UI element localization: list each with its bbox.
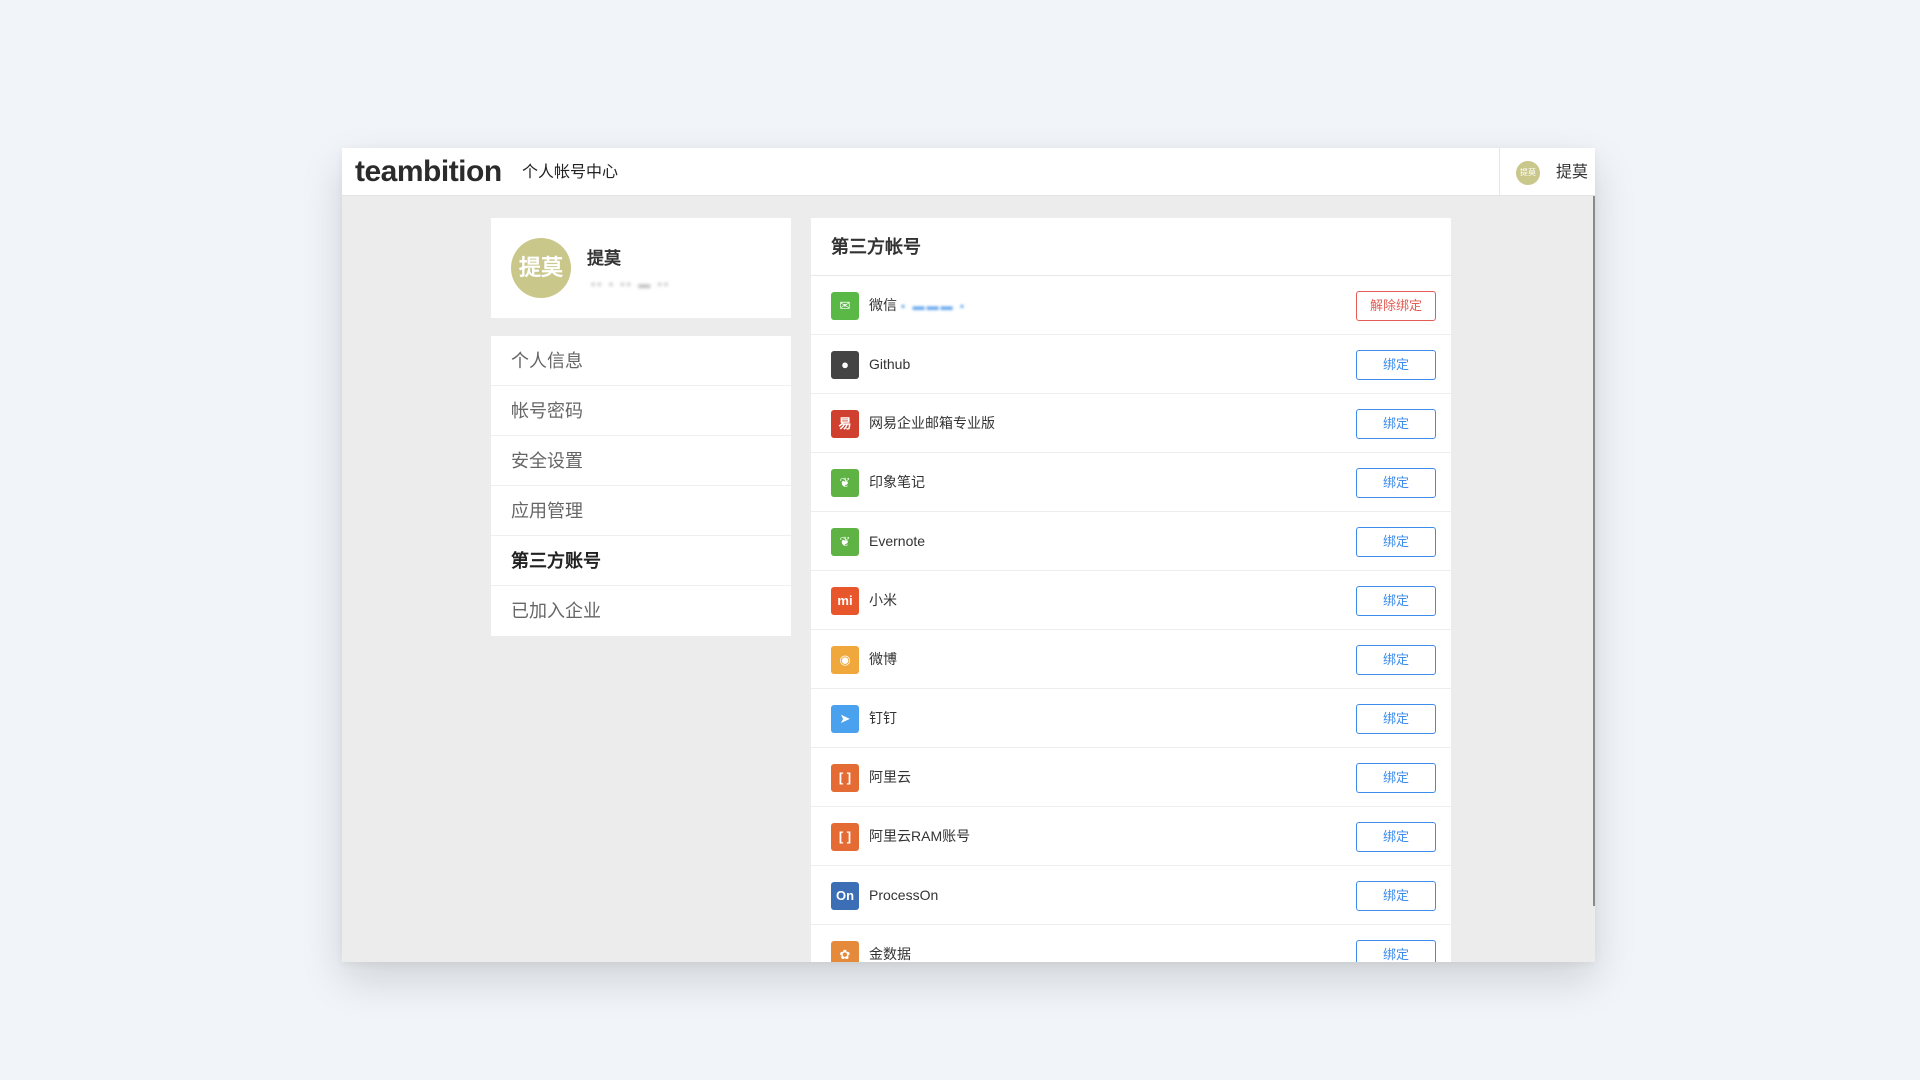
- window-scrollbar[interactable]: [1593, 196, 1595, 906]
- unbind-button[interactable]: 解除绑定: [1356, 291, 1436, 321]
- list-item: [ ] 阿里云 绑定: [811, 748, 1451, 807]
- account-name: 网易企业邮箱专业版: [869, 412, 995, 434]
- account-name-text: Evernote: [869, 533, 926, 549]
- account-name: 阿里云: [869, 766, 911, 788]
- bind-button[interactable]: 绑定: [1356, 645, 1436, 675]
- list-item: ✿ 金数据 绑定: [811, 925, 1451, 962]
- bind-button[interactable]: 绑定: [1356, 409, 1436, 439]
- account-name-text: 钉钉: [869, 710, 897, 726]
- list-item: 易网易企业邮箱专业版 绑定: [811, 394, 1451, 453]
- sidebar-item-security[interactable]: 安全设置: [491, 436, 791, 486]
- bind-button[interactable]: 绑定: [1356, 881, 1436, 911]
- third-party-panel: 第三方帐号 ✉ 微信 ▪ ▬▬▬ ▪ 解除绑定 ● Github 绑定易网易企业邮箱专业版绑…: [811, 218, 1451, 962]
- aliyun-icon: [ ]: [831, 764, 859, 792]
- account-name-text: Github: [869, 356, 911, 372]
- list-item: ● Github 绑定: [811, 335, 1451, 394]
- weibo-icon: ◉: [831, 646, 859, 674]
- account-name: 微信 ▪ ▬▬▬ ▪: [869, 294, 966, 317]
- profile-card: 提莫 提莫 ▪▪ ▪ ▪▪ ▬ ▪▪: [491, 218, 791, 318]
- list-item: ➤ 钉钉 绑定: [811, 689, 1451, 748]
- profile-avatar: 提莫: [511, 238, 571, 298]
- profile-email-masked: ▪▪ ▪ ▪▪ ▬ ▪▪: [591, 277, 671, 291]
- page-subtitle: 个人帐号中心: [522, 164, 619, 181]
- bind-button[interactable]: 绑定: [1356, 527, 1436, 557]
- processon-icon: On: [831, 882, 859, 910]
- account-name-text: 印象笔记: [869, 474, 925, 490]
- account-name: Github: [869, 353, 910, 375]
- account-name-text: 阿里云RAM账号: [869, 828, 971, 844]
- bind-button[interactable]: 绑定: [1356, 586, 1436, 616]
- account-list: ✉ 微信 ▪ ▬▬▬ ▪ 解除绑定 ● Github 绑定易网易企业邮箱专业版 绑定 ❦ 印象笔记…: [811, 276, 1451, 962]
- account-name-text: ProcessOn: [869, 887, 939, 903]
- dingtalk-icon: ➤: [831, 705, 859, 733]
- account-name: 印象笔记: [869, 471, 925, 493]
- account-name-text: 小米: [869, 592, 897, 608]
- netease-icon: 易: [831, 410, 859, 438]
- sidebar-item-account-password[interactable]: 帐号密码: [491, 386, 791, 436]
- sidebar-nav: 个人信息 帐号密码 安全设置 应用管理 第三方账号 已加入企业: [491, 336, 791, 636]
- account-name: 微博: [869, 648, 897, 670]
- account-name: ProcessOn: [869, 884, 938, 906]
- list-item: mi 小米 绑定: [811, 571, 1451, 630]
- list-item: ❦ 印象笔记 绑定: [811, 453, 1451, 512]
- app-window: teambition 个人帐号中心 提莫 提莫 提莫 提莫 ▪▪ ▪ ▪▪ ▬ …: [342, 148, 1595, 962]
- account-name-text: 金数据: [869, 946, 911, 962]
- brand-logo[interactable]: teambition: [355, 152, 502, 192]
- account-name-text: 微信: [869, 297, 897, 313]
- sidebar-item-app-management[interactable]: 应用管理: [491, 486, 791, 536]
- jinshuju-icon: ✿: [831, 941, 859, 962]
- bind-button[interactable]: 绑定: [1356, 468, 1436, 498]
- list-item: ✉ 微信 ▪ ▬▬▬ ▪ 解除绑定: [811, 276, 1451, 335]
- github-icon: ●: [831, 351, 859, 379]
- sidebar-item-third-party[interactable]: 第三方账号: [491, 536, 791, 586]
- bind-button[interactable]: 绑定: [1356, 763, 1436, 793]
- wechat-icon: ✉: [831, 292, 859, 320]
- bind-button[interactable]: 绑定: [1356, 350, 1436, 380]
- sidebar-item-enterprises[interactable]: 已加入企业: [491, 586, 791, 636]
- top-bar: teambition 个人帐号中心 提莫 提莫: [342, 148, 1595, 196]
- sidebar-item-personal-info[interactable]: 个人信息: [491, 336, 791, 386]
- aliyun-ram-icon: [ ]: [831, 823, 859, 851]
- user-name[interactable]: 提莫: [1556, 162, 1588, 184]
- list-item: On ProcessOn 绑定: [811, 866, 1451, 925]
- account-name: 小米: [869, 589, 897, 611]
- profile-name: 提莫: [587, 249, 621, 268]
- account-name-text: 阿里云: [869, 769, 911, 785]
- list-item: [ ] 阿里云RAM账号 绑定: [811, 807, 1451, 866]
- list-item: ❦ Evernote 绑定: [811, 512, 1451, 571]
- account-extra-masked: ▪ ▬▬▬ ▪: [901, 299, 967, 313]
- panel-title: 第三方帐号: [811, 218, 1451, 276]
- bind-button[interactable]: 绑定: [1356, 704, 1436, 734]
- list-item: ◉ 微博 绑定: [811, 630, 1451, 689]
- yinxiang-icon: ❦: [831, 469, 859, 497]
- bind-button[interactable]: 绑定: [1356, 940, 1436, 962]
- account-name: 钉钉: [869, 707, 897, 729]
- xiaomi-icon: mi: [831, 587, 859, 615]
- account-name: 金数据: [869, 943, 911, 962]
- account-name-text: 网易企业邮箱专业版: [869, 415, 995, 431]
- user-menu[interactable]: 提莫 提莫: [1499, 148, 1595, 196]
- evernote-icon: ❦: [831, 528, 859, 556]
- account-name: 阿里云RAM账号: [869, 825, 970, 847]
- account-name-text: 微博: [869, 651, 897, 667]
- avatar[interactable]: 提莫: [1516, 161, 1540, 185]
- bind-button[interactable]: 绑定: [1356, 822, 1436, 852]
- account-name: Evernote: [869, 530, 925, 552]
